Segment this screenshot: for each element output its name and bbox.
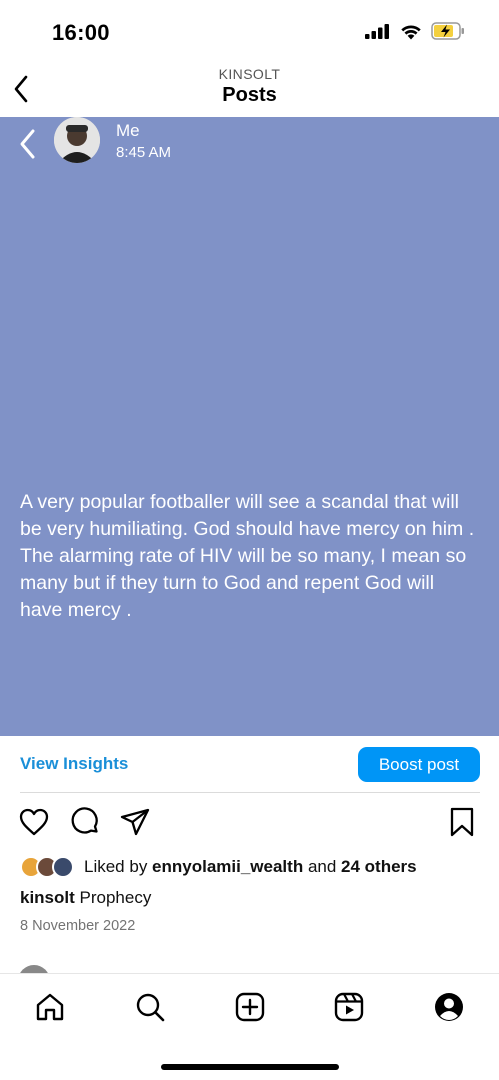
- nav-search[interactable]: [133, 990, 167, 1024]
- post-author-avatar: [54, 117, 100, 163]
- liker-avatar: [52, 856, 74, 878]
- post-author-name: Me: [116, 121, 140, 140]
- likes-row[interactable]: Liked by ennyolamii_wealth and 24 others: [20, 854, 417, 880]
- likes-prefix: Liked by: [84, 857, 153, 876]
- post-time: 8:45 AM: [116, 144, 172, 161]
- nav-reels[interactable]: [332, 990, 366, 1024]
- search-icon: [136, 993, 165, 1022]
- share-icon[interactable]: [119, 806, 151, 838]
- header-subtitle: KINSOLT: [218, 66, 281, 82]
- status-time: 16:00: [52, 20, 110, 45]
- post-back-chevron-icon: [20, 129, 35, 159]
- insights-row: View Insights Boost post: [0, 736, 499, 792]
- signal-icon: [365, 24, 389, 39]
- wifi-icon: [401, 24, 421, 39]
- post-text: A very popular footballer will see a sca…: [20, 491, 475, 621]
- caption: kinsolt Prophecy: [20, 888, 151, 908]
- status-bar: 16:00: [0, 0, 499, 62]
- post-image[interactable]: Me 8:45 AM A very popular footballer wil…: [0, 117, 499, 736]
- comment-icon[interactable]: [69, 806, 101, 838]
- create-icon: [235, 992, 265, 1022]
- page-title: Posts: [222, 84, 277, 106]
- view-insights-link[interactable]: View Insights: [20, 754, 128, 774]
- header: KINSOLT Posts: [0, 62, 499, 118]
- profile-icon: [435, 993, 463, 1021]
- post-actions: [0, 806, 499, 840]
- likes-middle: and: [303, 857, 342, 876]
- nav-home[interactable]: [33, 990, 67, 1024]
- reels-icon: [334, 992, 364, 1022]
- caption-username[interactable]: kinsolt: [20, 888, 75, 907]
- bottom-nav: [0, 973, 499, 1080]
- heart-icon[interactable]: [18, 806, 50, 838]
- home-indicator: [161, 1064, 339, 1070]
- nav-profile[interactable]: [432, 990, 466, 1024]
- likes-others[interactable]: 24 others: [341, 857, 417, 876]
- divider: [20, 792, 480, 793]
- bookmark-icon[interactable]: [446, 806, 478, 838]
- liker-username[interactable]: ennyolamii_wealth: [152, 857, 303, 876]
- status-icons: [365, 22, 465, 40]
- nav-create[interactable]: [233, 990, 267, 1024]
- post-date: 8 November 2022: [20, 918, 136, 934]
- likes-text: Liked by ennyolamii_wealth and 24 others: [84, 857, 417, 877]
- caption-text: Prophecy: [74, 888, 152, 907]
- battery-charging-icon: [431, 22, 464, 40]
- liker-avatars: [20, 854, 78, 880]
- home-icon: [36, 993, 64, 1021]
- boost-post-button[interactable]: Boost post: [358, 747, 480, 782]
